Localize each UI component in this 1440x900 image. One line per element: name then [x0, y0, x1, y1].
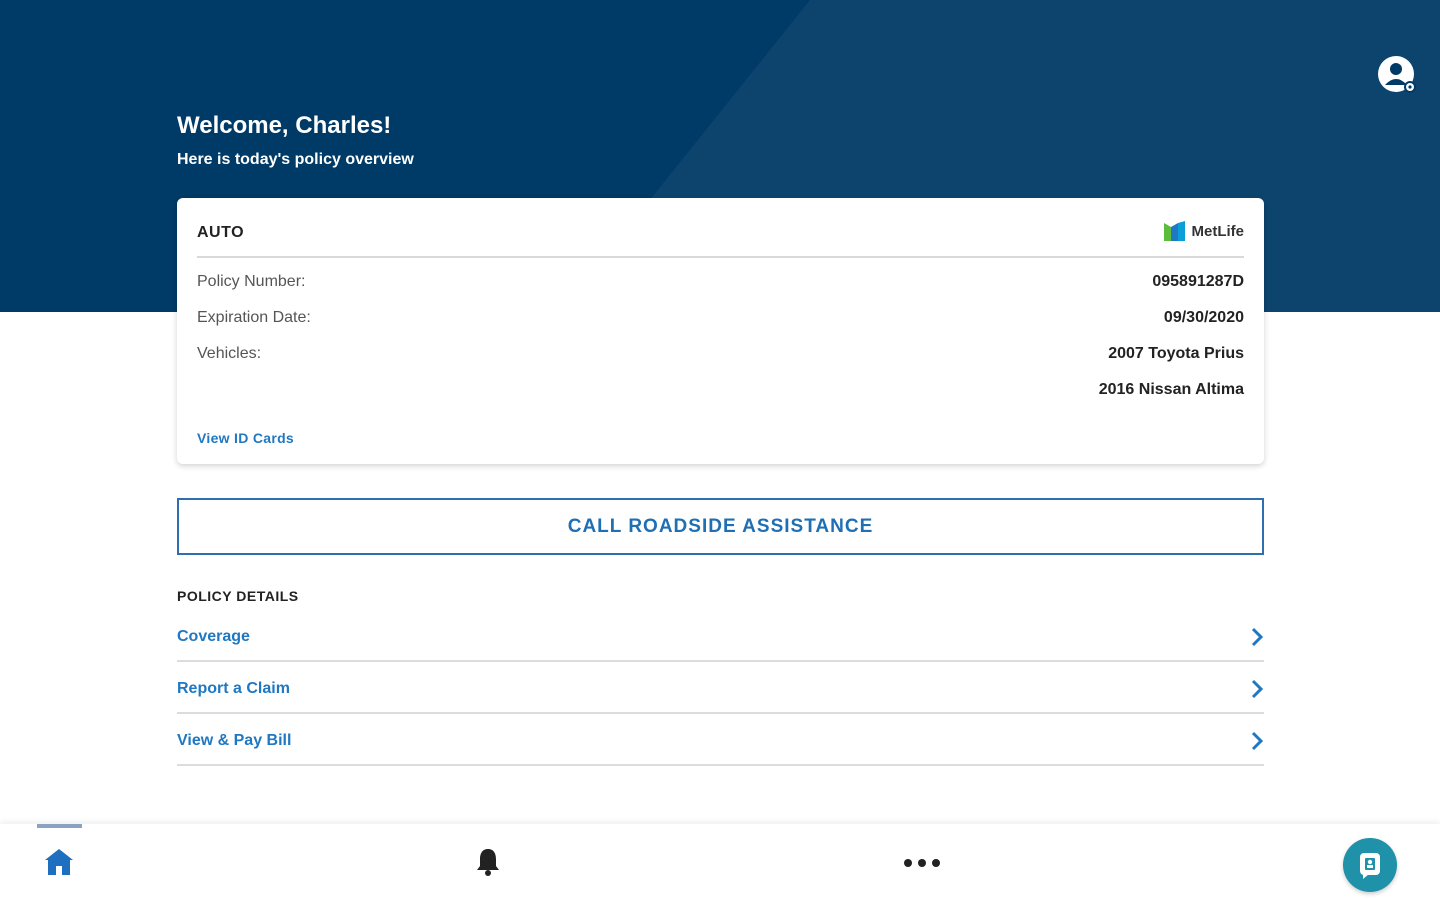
carrier-logo: MetLife	[1163, 220, 1245, 242]
vehicle-2-value: 2016 Nissan Altima	[1098, 381, 1244, 398]
home-icon[interactable]	[43, 846, 75, 878]
bell-icon[interactable]	[474, 846, 502, 878]
vehicles-label: Vehicles:	[197, 345, 262, 362]
report-claim-item[interactable]: Report a Claim	[177, 662, 1264, 714]
coverage-label: Coverage	[177, 628, 250, 645]
chevron-right-icon	[1251, 679, 1264, 699]
view-id-cards-link[interactable]: View ID Cards	[197, 430, 294, 446]
metlife-m-icon	[1163, 221, 1185, 241]
policy-number-label: Policy Number:	[197, 273, 306, 290]
bottom-navigation	[0, 824, 1440, 900]
chevron-right-icon	[1251, 627, 1264, 647]
more-icon[interactable]	[903, 856, 941, 868]
policy-number-value: 095891287D	[1152, 273, 1244, 290]
expiration-date-value: 09/30/2020	[1163, 309, 1244, 326]
card-divider	[197, 256, 1244, 258]
policy-details-heading: POLICY DETAILS	[177, 588, 299, 604]
user-account-icon[interactable]	[1377, 55, 1417, 95]
welcome-heading: Welcome, Charles!	[177, 112, 392, 139]
policy-type: AUTO	[197, 224, 245, 241]
view-pay-bill-label: View & Pay Bill	[177, 732, 292, 749]
view-pay-bill-item[interactable]: View & Pay Bill	[177, 714, 1264, 766]
call-roadside-assistance-button[interactable]: CALL ROADSIDE ASSISTANCE	[177, 498, 1264, 555]
chat-icon[interactable]	[1343, 838, 1397, 892]
report-claim-label: Report a Claim	[177, 680, 290, 697]
welcome-subtitle: Here is today's policy overview	[177, 151, 414, 168]
active-tab-indicator	[37, 824, 82, 828]
chevron-right-icon	[1251, 731, 1264, 751]
expiration-date-label: Expiration Date:	[197, 309, 311, 326]
vehicle-1-value: 2007 Toyota Prius	[1108, 345, 1244, 362]
coverage-item[interactable]: Coverage	[177, 610, 1264, 662]
auto-policy-card: AUTO MetLife Policy Number: 095891287D E…	[177, 198, 1264, 464]
carrier-name: MetLife	[1191, 222, 1245, 240]
